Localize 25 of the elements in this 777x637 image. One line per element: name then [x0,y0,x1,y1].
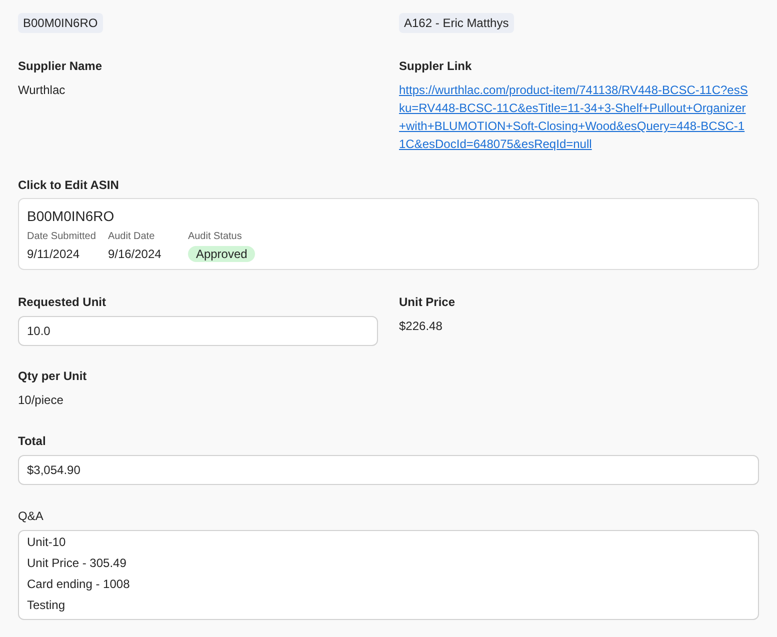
field-label: Click to Edit ASIN [18,177,120,193]
requested-unit-field[interactable]: 10.0 [18,316,378,346]
meta-label: Date Submitted [27,230,96,243]
meta-value: 9/16/2024 [108,246,162,262]
field-label: Suppler Link [399,58,473,74]
meta-label: Audit Status [188,230,243,243]
unit-price: $226.48 [399,318,444,334]
field-label: Q&A [18,508,44,524]
value-chip: A162 - Eric Matthys [399,13,514,33]
meta-label: Audit Date [108,230,156,243]
field-label: Qty per Unit [18,368,88,384]
qty-value: 10/piece [18,392,64,408]
meta-value: 9/11/2024 [27,246,80,262]
asin-title: B00M0IN6RO [27,207,116,225]
field-label: Total [18,433,47,449]
supplier-name: Wurthlac [18,82,66,98]
field-label: Supplier Name [18,58,104,74]
total-field[interactable]: $3,054.90 [18,455,759,485]
supplier-link[interactable]: https://wurthlac.com/product-item/741138/RV448-BCSC-11C?esSku=RV448-BCSC-11C&esTitle=11-34+3-Shelf+Pullout+Organizer+with+BLUMOTION+Soft-Closing+Wood&esQuery=448-BCSC-11C&esDocId=648075&esReqId=null [399,81,759,153]
field-label: Unit Price [399,294,456,310]
value-chip: B00M0IN6RO [18,13,103,33]
status-badge: Approved [188,246,256,262]
field-label: Requested Unit [18,294,108,310]
qa-field[interactable]: Unit-10 Unit Price - 305.49 Card ending - 1008 Testing [18,530,759,620]
asin-card[interactable]: B00M0IN6RO Date Submitted 9/11/2024 Audit Date 9/16/2024 Audit Status Approved [18,198,759,270]
